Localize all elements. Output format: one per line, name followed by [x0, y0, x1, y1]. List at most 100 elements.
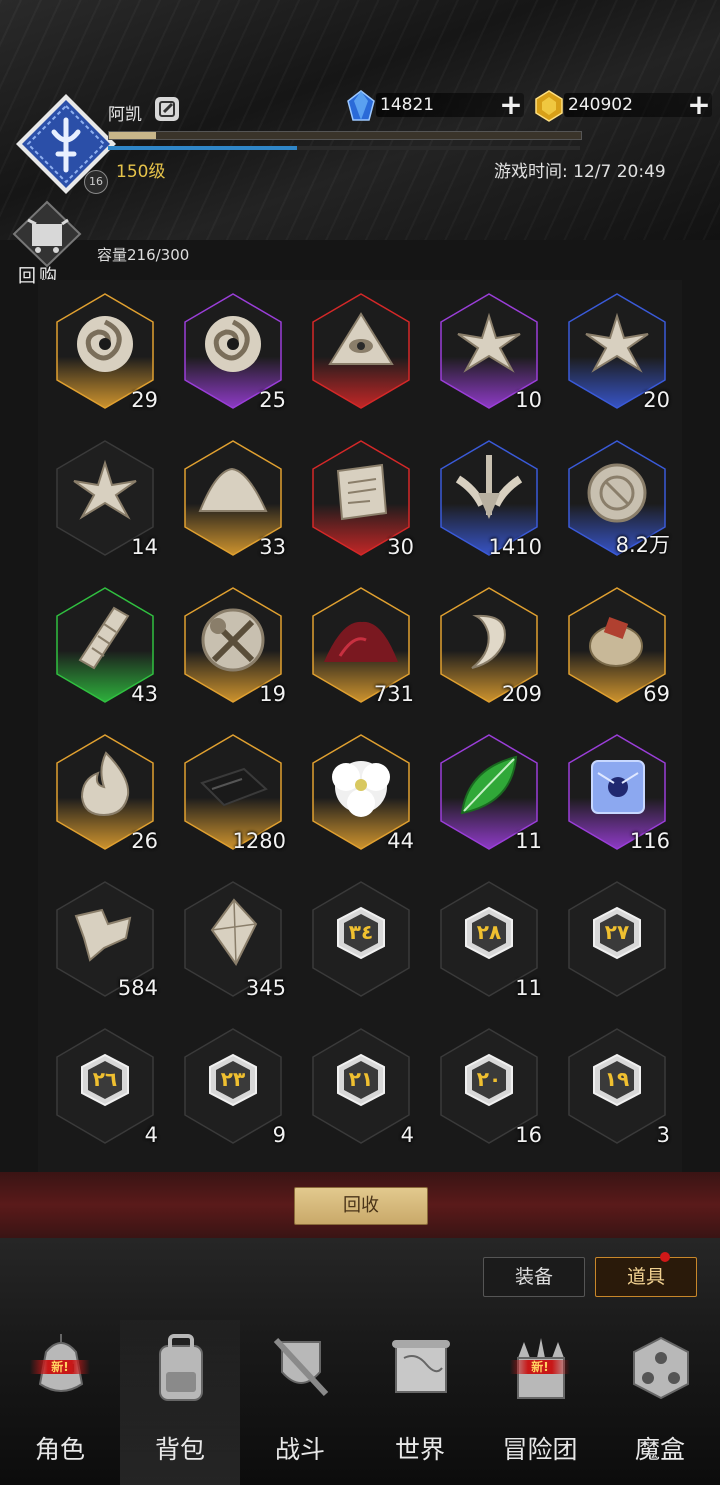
- nav-adventure-team-label: 冒险团: [502, 1435, 578, 1464]
- nav-magic-box[interactable]: 魔盒: [600, 1320, 720, 1485]
- nav-battle-label: 战斗: [274, 1435, 325, 1464]
- item-count: 9: [272, 1123, 286, 1147]
- item-count: 345: [245, 976, 286, 1000]
- inventory-slot[interactable]: ٢٦ 4: [54, 1027, 158, 1147]
- notification-dot: [660, 1252, 670, 1262]
- rune-label: ٢٦: [92, 1067, 118, 1091]
- item-count: 33: [259, 535, 286, 559]
- add-gold-button[interactable]: +: [686, 91, 712, 119]
- inventory-slot[interactable]: 29: [54, 292, 158, 412]
- item-count: 3: [656, 1123, 670, 1147]
- item-count: 584: [117, 976, 158, 1000]
- nav-world-label: 世界: [394, 1435, 445, 1464]
- inventory-slot[interactable]: 20: [566, 292, 670, 412]
- inventory-slot[interactable]: ٢٣ 9: [182, 1027, 286, 1147]
- nav-magic-box-label: 魔盒: [634, 1435, 685, 1464]
- inventory-slot[interactable]: 209: [438, 586, 542, 706]
- item-count: 116: [629, 829, 670, 853]
- inventory-slot[interactable]: ٣٤: [310, 880, 412, 998]
- item-count: 19: [259, 682, 286, 706]
- inventory-slot[interactable]: 11: [438, 733, 542, 853]
- rune-label: ٢٣: [220, 1067, 246, 1091]
- inventory-slot[interactable]: 44: [310, 733, 414, 853]
- player-level: 150级: [116, 162, 166, 182]
- scroll-icon: [336, 463, 388, 521]
- item-count: 44: [387, 829, 414, 853]
- backpack-icon: [159, 1334, 203, 1401]
- inventory-slot[interactable]: 25: [182, 292, 286, 412]
- item-count: 209: [501, 682, 542, 706]
- inventory-slot[interactable]: 69: [566, 586, 670, 706]
- rune-label: ٢٨: [476, 920, 502, 944]
- nav-world[interactable]: 世界: [360, 1320, 480, 1485]
- medallion-icon: [587, 463, 647, 523]
- item-frame: [312, 293, 410, 409]
- inventory-slot[interactable]: 8.2万: [566, 439, 670, 557]
- inventory-slot[interactable]: 116: [566, 733, 670, 853]
- item-count: 26: [131, 829, 158, 853]
- inventory-slot[interactable]: 30: [310, 439, 414, 559]
- nav-adventure-team[interactable]: 新! 冒险团: [480, 1320, 600, 1485]
- nav-backpack-label: 背包: [154, 1435, 205, 1464]
- new-tag-adventure-team: 新!: [510, 1360, 570, 1374]
- inventory-slot[interactable]: 1280: [182, 733, 286, 853]
- nav-backpack[interactable]: 背包: [120, 1320, 240, 1485]
- inventory-slot[interactable]: 19: [182, 586, 286, 706]
- item-count: 10: [515, 388, 542, 412]
- item-count: 1410: [488, 535, 542, 559]
- rune-label: ٢٠: [476, 1067, 502, 1091]
- crossed-tools-emblem-icon: [201, 608, 265, 672]
- add-gems-button[interactable]: +: [498, 91, 524, 119]
- mp-bar-fill: [108, 146, 297, 150]
- blue-gem-icon: [347, 90, 375, 121]
- tab-equipment[interactable]: 装备: [483, 1257, 585, 1297]
- inventory-slot[interactable]: 26: [54, 733, 158, 853]
- inventory-slot[interactable]: ٢١ 4: [310, 1027, 414, 1147]
- recycle-button[interactable]: 回收: [294, 1187, 428, 1225]
- item-count: 25: [259, 388, 286, 412]
- nav-character-label: 角色: [34, 1435, 85, 1464]
- mp-bar: [108, 146, 580, 150]
- item-count: 16: [515, 1123, 542, 1147]
- item-count: 43: [131, 682, 158, 706]
- item-count: 30: [387, 535, 414, 559]
- xp-bar-fill: [109, 132, 157, 139]
- item-count: 11: [515, 976, 542, 1000]
- rune-label: ١٩: [604, 1067, 630, 1091]
- item-count: 4: [144, 1123, 158, 1147]
- inventory-slot[interactable]: 584: [54, 880, 158, 1000]
- xp-bar: [108, 131, 582, 140]
- gold-gem-icon: [535, 90, 563, 122]
- inventory-slot[interactable]: ٢٨ 11: [438, 880, 542, 1000]
- vortex-icon: [77, 316, 133, 372]
- item-count: 8.2万: [615, 533, 670, 557]
- capacity-text: 容量216/300: [97, 246, 190, 264]
- inventory-slot[interactable]: 1410: [438, 439, 542, 559]
- inventory-slot[interactable]: 43: [54, 586, 158, 706]
- inventory-slot[interactable]: 731: [310, 586, 414, 706]
- sword-shield-icon: [273, 1337, 329, 1397]
- avatar-level-badge: 16: [84, 170, 108, 194]
- inventory-slot[interactable]: 10: [438, 292, 542, 412]
- item-count: 1280: [232, 829, 286, 853]
- inventory-slot[interactable]: [310, 292, 412, 410]
- item-count: 11: [515, 829, 542, 853]
- ice-cube-icon: [591, 760, 645, 814]
- inventory-slot[interactable]: ٢٧: [566, 880, 668, 998]
- inventory-slot[interactable]: 33: [182, 439, 286, 559]
- map-icon: [392, 1340, 450, 1393]
- nav-character[interactable]: 新! 角色: [0, 1320, 120, 1485]
- inventory-slot[interactable]: ١٩ 3: [566, 1027, 670, 1147]
- vortex-icon: [205, 316, 261, 372]
- edit-name-icon[interactable]: [155, 97, 179, 121]
- rune-label: ٢١: [348, 1067, 374, 1091]
- item-count: 14: [131, 535, 158, 559]
- inventory-slot[interactable]: 345: [182, 880, 286, 1000]
- nav-battle[interactable]: 战斗: [240, 1320, 360, 1485]
- inventory-slot[interactable]: 14: [54, 439, 158, 559]
- rune-label: ٢٧: [604, 920, 630, 944]
- item-count: 29: [131, 388, 158, 412]
- inventory-slot[interactable]: ٢٠ 16: [438, 1027, 542, 1147]
- new-tag-character: 新!: [30, 1360, 90, 1374]
- tab-items[interactable]: 道具: [595, 1257, 697, 1297]
